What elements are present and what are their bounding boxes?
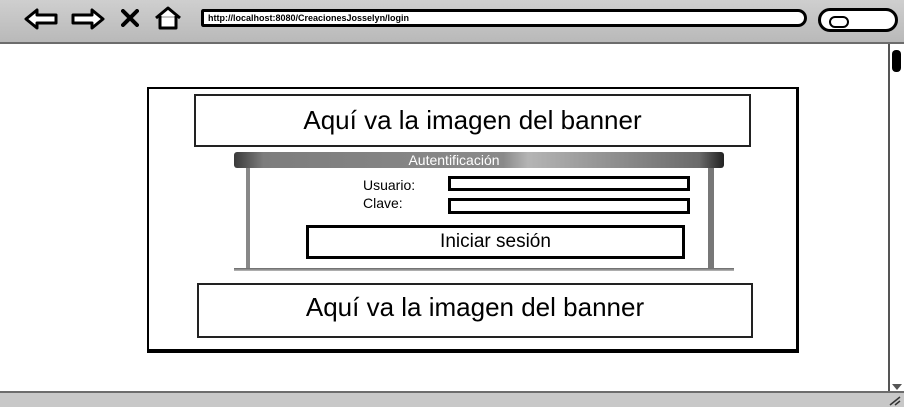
auth-panel-underline bbox=[234, 268, 734, 271]
auth-panel-titlebar: Autentificación bbox=[234, 152, 724, 168]
scrollbar-thumb[interactable] bbox=[892, 50, 901, 72]
password-label: Clave: bbox=[363, 195, 403, 211]
username-input[interactable] bbox=[448, 176, 690, 191]
address-bar[interactable]: http://localhost:8080/CreacionesJosselyn… bbox=[201, 9, 807, 27]
password-input[interactable] bbox=[448, 198, 690, 214]
search-icon bbox=[829, 16, 849, 28]
browser-search-box[interactable] bbox=[818, 8, 898, 32]
back-arrow-icon[interactable] bbox=[24, 8, 58, 30]
username-label: Usuario: bbox=[363, 177, 416, 193]
bottom-banner: Aquí va la imagen del banner bbox=[197, 283, 753, 338]
forward-arrow-icon[interactable] bbox=[71, 8, 105, 30]
browser-toolbar: http://localhost:8080/CreacionesJosselyn… bbox=[0, 0, 904, 44]
stop-x-icon[interactable] bbox=[121, 9, 139, 27]
auth-panel-title: Autentificación bbox=[408, 152, 500, 168]
scroll-down-arrow-icon[interactable] bbox=[892, 384, 902, 390]
top-banner: Aquí va la imagen del banner bbox=[194, 94, 751, 147]
home-icon[interactable] bbox=[153, 6, 183, 30]
login-button[interactable]: Iniciar sesión bbox=[306, 225, 685, 259]
vertical-scrollbar[interactable] bbox=[888, 44, 904, 392]
